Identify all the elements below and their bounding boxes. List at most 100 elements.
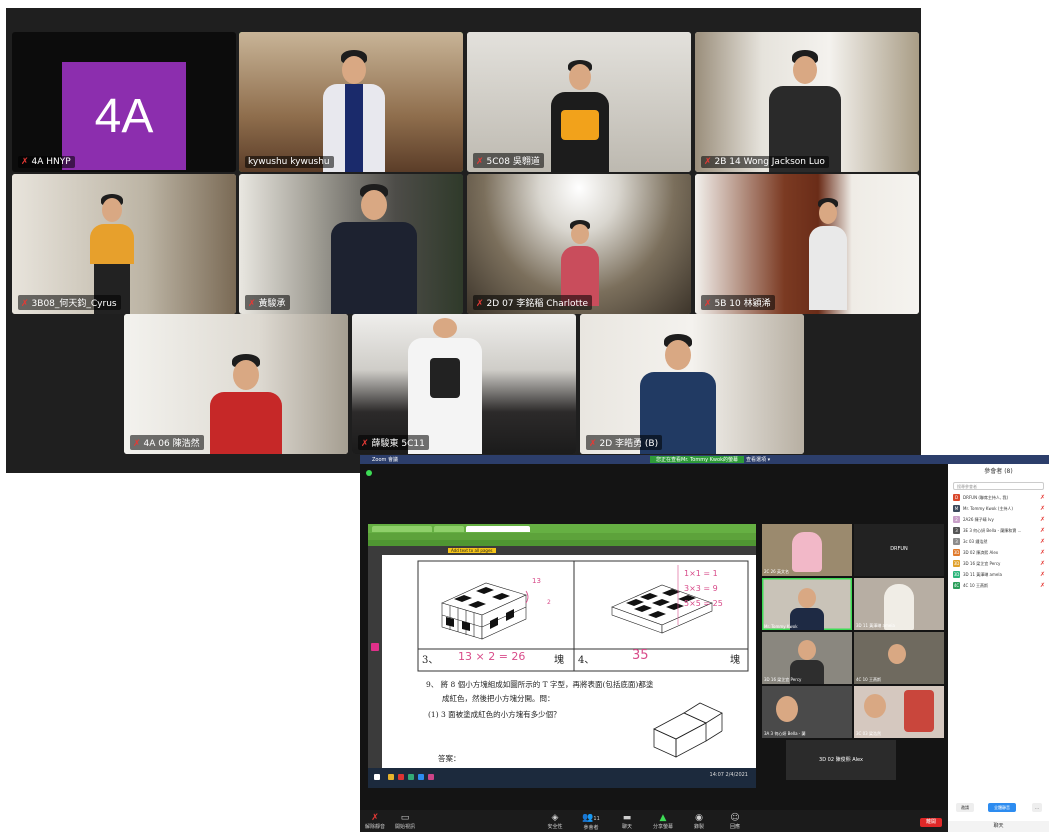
participant-row[interactable]: 2 2A26 陳子晴 Ivy ✗ bbox=[953, 516, 1047, 524]
taskbar-clock: 14:07 2/4/2021 bbox=[709, 772, 748, 778]
mic-muted-icon[interactable]: ✗ bbox=[1040, 571, 1045, 578]
mic-muted-icon[interactable]: ✗ bbox=[1040, 549, 1045, 556]
video-tile[interactable]: ✗ 黃駿承 bbox=[239, 174, 463, 314]
mic-muted-icon[interactable]: ✗ bbox=[1040, 538, 1045, 545]
participant-row[interactable]: 3D 3D 16 梁芷宜 Percy ✗ bbox=[953, 560, 1047, 568]
mic-muted-icon[interactable]: ✗ bbox=[1040, 494, 1045, 501]
video-tile[interactable]: ✗ 2D 07 李銘稲 Charlotte bbox=[467, 174, 691, 314]
video-tile[interactable]: ✗ 5C08 吳翱道 bbox=[467, 32, 691, 172]
question-9-sub-1: (1) 3 面被塗成紅色的小方塊有多少個？ bbox=[428, 710, 561, 719]
participant-name: ✗ 4A HNYP bbox=[18, 156, 75, 168]
handwritten-calc-3: 5×5 = 25 bbox=[684, 599, 723, 608]
windows-taskbar: 14:07 2/4/2021 bbox=[368, 768, 756, 788]
folder-icon[interactable] bbox=[388, 774, 394, 780]
chat-button[interactable]: ▬ 聊天 bbox=[612, 813, 642, 830]
video-tile[interactable]: 3D 02 陳俊熙 Alex bbox=[786, 740, 896, 780]
share-screen-button[interactable]: ▲ 分享螢幕 bbox=[648, 813, 678, 830]
video-tile[interactable]: ✗ 薛駿東 5C11 bbox=[352, 314, 576, 454]
avatar: 3 bbox=[953, 538, 960, 545]
shared-screen-area: Add text to all pages 13 2 1×1 = 1 3×3 =… bbox=[360, 464, 948, 819]
video-tile[interactable]: ✗ 2D 李皓勇 (B) bbox=[580, 314, 804, 454]
pdf-toolbar: Add text to all pages bbox=[368, 546, 756, 555]
participant-row[interactable]: 3D 3D 11 黃澤琳 amela ✗ bbox=[953, 571, 1047, 579]
zoom-icon[interactable] bbox=[418, 774, 424, 780]
browser-address-bar[interactable] bbox=[368, 533, 756, 540]
mic-muted-icon[interactable]: ✗ bbox=[1040, 505, 1045, 512]
video-tile[interactable]: 4C 10 王燕斯 bbox=[854, 632, 944, 684]
question-3-answer: 13 × 2 = 26 bbox=[458, 650, 526, 663]
mute-all-button[interactable]: 全體靜音 bbox=[988, 803, 1016, 812]
zoom-title-bar: Zoom 會議 您正在查看Mr. Tommy Kwok的螢幕 查看選項 ▾ bbox=[360, 455, 1049, 464]
chat-tab[interactable]: 聊天 bbox=[948, 821, 1049, 832]
pen-tool-icon[interactable] bbox=[371, 643, 379, 651]
unmute-button[interactable]: ✗ 解除靜音 bbox=[360, 813, 390, 830]
mic-muted-icon[interactable]: ✗ bbox=[1040, 560, 1045, 567]
video-tile[interactable]: ✗ 5B 10 林穎浠 bbox=[695, 174, 919, 314]
video-tile-active-speaker[interactable]: Mr. Tommy Kwok bbox=[762, 578, 852, 630]
view-options-button[interactable]: 查看選項 ▾ bbox=[746, 456, 770, 463]
participant-name: ✗ 4A 06 陳浩然 bbox=[130, 435, 204, 450]
security-button[interactable]: ◈ 安全性 bbox=[540, 813, 570, 830]
shared-browser-window: Add text to all pages 13 2 1×1 = 1 3×3 =… bbox=[368, 524, 756, 788]
video-tile[interactable]: 3D 11 黃澤琳 ameia bbox=[854, 578, 944, 630]
leave-button[interactable]: 離開 bbox=[920, 818, 942, 827]
handwritten-2: 2 bbox=[547, 599, 551, 606]
video-tile[interactable]: ✗ 3B08_何天鈞_Cyrus bbox=[12, 174, 236, 314]
participant-row[interactable]: 3 3E 3 何心妍 Bella - 蘭陳和寶 ... ✗ bbox=[953, 527, 1047, 535]
video-tile-active-speaker[interactable]: kywushu kywushu bbox=[239, 32, 463, 172]
participant-name: ✗ 5B 10 林穎浠 bbox=[701, 295, 775, 310]
chrome-icon[interactable] bbox=[408, 774, 414, 780]
record-icon: ◉ bbox=[695, 813, 703, 823]
mic-muted-icon[interactable]: ✗ bbox=[1040, 527, 1045, 534]
video-tile[interactable]: 3A 3 何心妍 Bella - 蘭 bbox=[762, 686, 852, 738]
video-tile[interactable]: 2C 26 英文名 bbox=[762, 524, 852, 576]
t-shape-diagram bbox=[653, 702, 723, 758]
reactions-button[interactable]: ☺ 回應 bbox=[720, 813, 750, 830]
participant-row[interactable]: 3D 3D 02 陳濟熙 Alex ✗ bbox=[953, 549, 1047, 557]
video-tile[interactable]: ✗ 2B 14 Wong Jackson Luo bbox=[695, 32, 919, 172]
video-tile[interactable]: 4A ✗ 4A HNYP bbox=[12, 32, 236, 172]
avatar: 4C bbox=[953, 582, 960, 589]
more-button[interactable]: ... bbox=[1032, 803, 1042, 812]
video-tile[interactable]: DRFUN bbox=[854, 524, 944, 576]
pdf-page: 13 2 1×1 = 1 3×3 = 9 5×5 = 25 3、 13 × 2 … bbox=[382, 555, 756, 768]
participant-name: 3c 03 鍾浩然 bbox=[963, 539, 988, 544]
participant-row[interactable]: 4C 4C 10 王燕斯 ✗ bbox=[953, 582, 1047, 590]
app-icon[interactable] bbox=[428, 774, 434, 780]
pdf-zoom-label[interactable]: Add text to all pages bbox=[448, 548, 496, 553]
question-4-answer: 35 bbox=[632, 648, 649, 663]
handwritten-calc-1: 1×1 = 1 bbox=[684, 569, 718, 578]
gallery-view-screenshot: 4A ✗ 4A HNYP kywushu kywushu ✗ 5C08 吳翱道 ✗ 2… bbox=[6, 8, 921, 473]
participants-button[interactable]: 👥11 參會者 bbox=[576, 813, 606, 831]
avatar: M bbox=[953, 505, 960, 512]
app-icon[interactable] bbox=[398, 774, 404, 780]
avatar: 3D bbox=[953, 560, 960, 567]
participant-row[interactable]: M Mr. Tommy Kwok (主持人) ✗ bbox=[953, 505, 1047, 513]
video-tile[interactable]: 3D 16 梁芷宜 Percy bbox=[762, 632, 852, 684]
avatar: 3D bbox=[953, 571, 960, 578]
question-4-unit: 塊 bbox=[730, 655, 740, 666]
participant-row[interactable]: D DRFUN (聯席主持人, 我) ✗ bbox=[953, 494, 1047, 502]
participant-name: ✗ 黃駿承 bbox=[245, 295, 290, 310]
participant-name: ✗ 2B 14 Wong Jackson Luo bbox=[701, 156, 829, 168]
mic-muted-icon[interactable]: ✗ bbox=[1040, 582, 1045, 589]
participant-search-input[interactable]: 搜尋參會者 bbox=[953, 482, 1044, 490]
mic-muted-icon[interactable]: ✗ bbox=[1040, 516, 1045, 523]
invite-button[interactable]: 邀請 bbox=[956, 803, 974, 812]
start-icon[interactable] bbox=[374, 774, 380, 780]
meeting-toolbar: ✗ 解除靜音 ▭ 開始視訊 ◈ 安全性 👥11 參會者 ▬ 聊天 ▲ 分享螢幕 ◉ 錄製 ☺ 回… bbox=[360, 810, 948, 832]
video-icon: ▭ bbox=[400, 813, 410, 823]
question-3-label: 3、 bbox=[422, 655, 439, 666]
participant-name: ✗ 薛駿東 5C11 bbox=[358, 435, 429, 450]
participant-row[interactable]: 3 3c 03 鍾浩然 ✗ bbox=[953, 538, 1047, 546]
participants-panel: 參會者 (8) 搜尋參會者 D DRFUN (聯席主持人, 我) ✗ M Mr. Tom… bbox=[948, 464, 1049, 832]
avatar: 3 bbox=[953, 527, 960, 534]
record-button[interactable]: ◉ 錄製 bbox=[684, 813, 714, 830]
reactions-icon: ☺ bbox=[730, 813, 740, 823]
participant-name: 3E 3 何心妍 Bella - 蘭陳和寶 ... bbox=[963, 528, 1022, 533]
video-tile[interactable]: ✗ 4A 06 陳浩然 bbox=[124, 314, 348, 454]
panel-footer: 邀請 全體靜音 ... bbox=[948, 803, 1049, 815]
start-video-button[interactable]: ▭ 開始視訊 bbox=[390, 813, 420, 830]
video-tile[interactable]: 3C 03 梁浩然 bbox=[854, 686, 944, 738]
participant-name: DRFUN (聯席主持人, 我) bbox=[963, 495, 1009, 500]
